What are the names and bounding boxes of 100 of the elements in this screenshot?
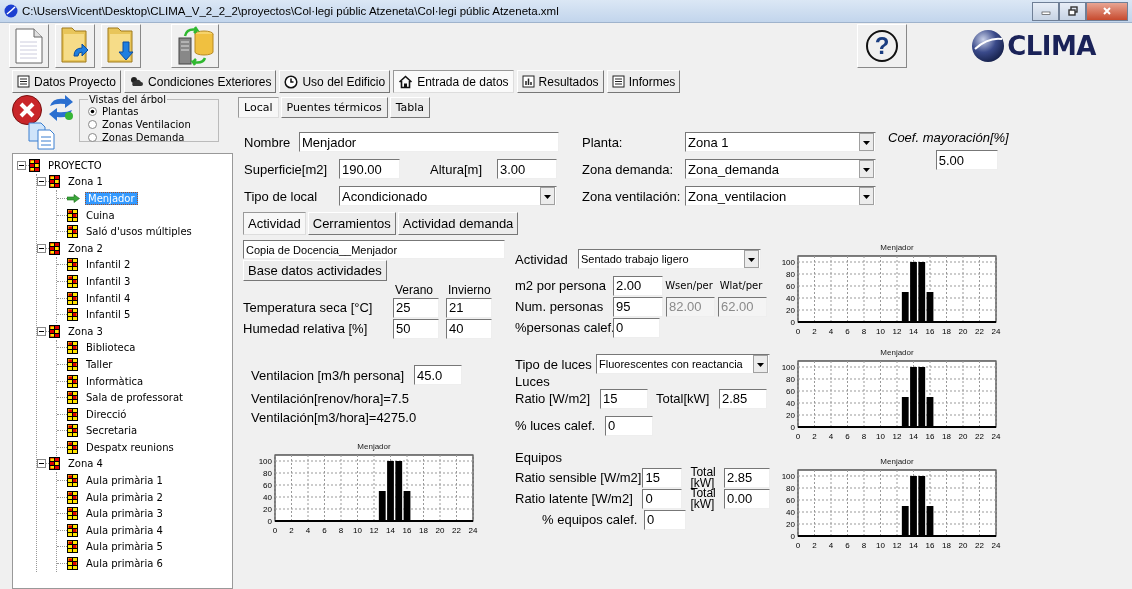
tree-item[interactable]: Zona 4 (65, 457, 106, 471)
tree-item[interactable]: Zona 2 (65, 241, 106, 255)
building-icon (67, 523, 78, 537)
tree-item[interactable]: Aula primària 1 (83, 474, 166, 488)
sync-button[interactable] (171, 24, 219, 68)
axis-tick-label: 60 (786, 282, 795, 291)
minimize-button[interactable] (1032, 1, 1059, 21)
text-field[interactable]: 3.00 (497, 159, 557, 179)
tree-item[interactable]: Aula primària 2 (83, 490, 166, 504)
tree-item[interactable]: Secretaria (83, 424, 141, 438)
maximize-button[interactable] (1059, 1, 1086, 21)
copy-icon[interactable] (27, 122, 57, 150)
text-field[interactable]: 2.85 (719, 388, 767, 409)
tab[interactable]: Local (238, 97, 279, 118)
radio-option[interactable]: Plantas (88, 105, 212, 118)
collapse-icon[interactable] (37, 326, 46, 336)
tree-item[interactable]: Aula primària 3 (83, 507, 166, 521)
building-icon (29, 158, 40, 172)
tree-item[interactable]: Cuina (83, 208, 118, 222)
text-field[interactable]: 95 (613, 296, 663, 317)
axis-tick-label: 16 (925, 541, 935, 550)
tree-item[interactable]: Aula primària 4 (83, 523, 166, 537)
tab[interactable]: Puentes térmicos (280, 97, 388, 118)
building-icon (67, 557, 78, 571)
text-field[interactable]: Menjador (299, 132, 559, 152)
building-icon (67, 507, 78, 521)
delete-icon[interactable] (11, 94, 43, 126)
dropdown[interactable]: Acondicionado (339, 186, 557, 206)
text-field[interactable]: 2.00 (613, 275, 663, 296)
text-field[interactable]: 45.0 (414, 365, 462, 385)
dropdown[interactable]: Sentado trabajo ligero (578, 249, 761, 269)
tree-item[interactable]: Infantil 2 (83, 258, 134, 272)
chart-title: Menjador (357, 442, 391, 451)
refresh-icon[interactable] (47, 94, 75, 122)
tree-item[interactable]: Informàtica (83, 374, 147, 388)
axis-tick-label: 16 (925, 327, 935, 336)
tab[interactable]: Uso del Edificio (279, 70, 391, 93)
building-icon (67, 474, 78, 488)
tree-item[interactable]: Infantil 4 (83, 291, 134, 305)
tab[interactable]: Tabla (389, 97, 431, 118)
tree-item[interactable]: Zona 3 (65, 324, 106, 338)
axis-tick-label: 4 (305, 526, 311, 535)
text-field[interactable]: Copia de Docencia__Menjador (243, 240, 505, 259)
tab[interactable]: Cerramientos (307, 212, 396, 235)
text-field[interactable]: 0 (642, 488, 683, 509)
tree-item[interactable]: Infantil 5 (83, 308, 134, 322)
collapse-icon[interactable] (37, 177, 46, 187)
tree-item[interactable]: Despatx reunions (83, 440, 177, 454)
collapse-icon[interactable] (17, 160, 26, 170)
new-document-button[interactable] (9, 24, 49, 68)
axis-tick-label: 2 (289, 526, 294, 535)
text-field[interactable]: 0 (644, 509, 686, 530)
dropdown[interactable]: Zona_ventilacion (685, 186, 876, 206)
close-button[interactable] (1086, 1, 1128, 21)
text-field[interactable]: 25 (393, 297, 439, 318)
tab[interactable]: Resultados (516, 70, 604, 93)
text-field[interactable]: 0.00 (724, 488, 770, 509)
text-field[interactable]: 190.00 (339, 159, 400, 179)
tree-item[interactable]: Aula primària 5 (83, 540, 166, 554)
tree-item[interactable]: Sala de professorat (83, 391, 186, 405)
radio-option[interactable]: Zonas Demanda (88, 131, 212, 144)
tree-item[interactable]: PROYECTO (45, 158, 105, 172)
folder-arrow-icon (106, 26, 136, 66)
collapse-icon[interactable] (37, 243, 46, 253)
tab[interactable]: Actividad (243, 212, 306, 235)
radio-option[interactable]: Zonas Ventilacion (88, 118, 212, 131)
collapse-icon[interactable] (37, 459, 46, 469)
dropdown[interactable]: Fluorescentes con reactancia (596, 354, 770, 374)
text-field[interactable]: 15 (600, 388, 648, 409)
tab[interactable]: Entrada de datos (393, 70, 514, 93)
database-button[interactable]: Base datos actividades (243, 260, 387, 281)
text-field[interactable]: 2.85 (724, 467, 770, 488)
tree-item[interactable]: Saló d'usos múltiples (83, 225, 195, 239)
text-field[interactable]: 50 (393, 318, 439, 339)
help-button[interactable]: ? (857, 24, 908, 68)
text-field[interactable]: 15 (642, 467, 683, 488)
tab[interactable]: Actividad demanda (397, 212, 519, 235)
tab[interactable]: Datos Proyecto (12, 70, 122, 93)
dropdown[interactable]: Zona_demanda (685, 159, 876, 179)
axis-tick-label: 4 (828, 327, 834, 336)
tree-item[interactable]: Direcció (83, 407, 130, 421)
tab[interactable]: Informes (606, 70, 681, 93)
text-field[interactable]: 40 (446, 318, 492, 339)
field-label: m2 por persona (515, 278, 608, 293)
open-folder-button[interactable] (55, 24, 95, 68)
dropdown[interactable]: Zona 1 (685, 132, 876, 152)
text-field[interactable]: 0 (605, 415, 653, 436)
tree-item[interactable]: Infantil 3 (83, 274, 134, 288)
tree-item[interactable]: Biblioteca (83, 341, 139, 355)
axis-tick-label: 0 (790, 423, 795, 432)
tree-item[interactable]: Aula primària 6 (83, 557, 166, 571)
axis-tick-label: 22 (975, 327, 984, 336)
text-field[interactable]: 0 (613, 317, 660, 338)
tree-item[interactable]: Taller (83, 357, 116, 371)
text-field[interactable]: 21 (446, 297, 492, 318)
text-field[interactable]: 5.00 (935, 150, 998, 170)
tree-item[interactable]: Zona 1 (65, 175, 106, 189)
save-folder-button[interactable] (101, 24, 141, 68)
field-label: %personas calef. (515, 320, 613, 335)
tab[interactable]: Condiciones Exteriores (124, 70, 277, 93)
